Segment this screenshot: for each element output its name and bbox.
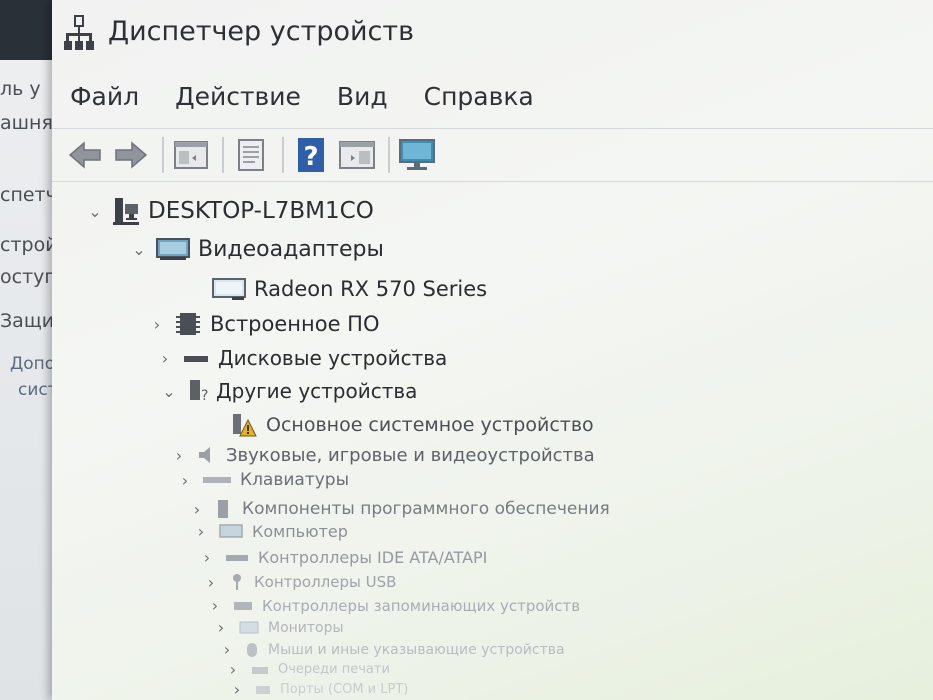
monitor-scan-icon[interactable] (398, 136, 436, 174)
bg-line-2: ашня (0, 112, 53, 134)
tree-item-label: Мониторы (268, 619, 344, 636)
chevron-right-icon[interactable]: › (192, 522, 210, 541)
chevron-right-icon[interactable]: › (156, 349, 174, 368)
tree-item-label: Контроллеры запоминающих устройств (262, 596, 581, 615)
display-adapter-icon (212, 276, 246, 302)
tree-item-keyboards[interactable]: › Клавиатуры (176, 470, 349, 490)
chevron-right-icon[interactable]: › (148, 315, 166, 334)
tree-item-label: Звуковые, игровые и видеоустройства (226, 444, 595, 466)
tree-item-label: Контроллеры USB (254, 573, 397, 591)
tree-item-label: Встроенное ПО (210, 312, 380, 336)
screen-scene: ль у ашня спетче строй оступа Защита с Д… (0, 0, 933, 700)
tree-item-sound-devices[interactable]: › Звуковые, игровые и видеоустройства (170, 444, 595, 466)
keyboard-icon (202, 473, 232, 487)
show-hide-tree-icon[interactable] (172, 136, 210, 174)
device-manager-icon (64, 13, 94, 50)
bg-line-1: ль у (0, 78, 41, 100)
forward-arrow-icon[interactable] (112, 136, 150, 174)
tree-item-firmware[interactable]: › Встроенное ПО (148, 310, 380, 338)
chevron-right-icon[interactable]: › (218, 640, 236, 659)
storage-controller-icon (232, 598, 254, 614)
tree-item-label: Порты (COM и LPT) (280, 682, 409, 697)
tree-root-label: DESKTOP-L7BM1CO (148, 198, 374, 224)
chevron-right-icon[interactable]: › (198, 548, 216, 567)
tree-item-label: Очереди печати (278, 662, 390, 677)
monitor-icon (238, 620, 260, 636)
tree-item-monitors[interactable]: › Мониторы (212, 618, 344, 637)
computer-icon (112, 196, 140, 226)
tree-item-label: Видеоадаптеры (198, 236, 384, 262)
device-tree: ⌄ DESKTOP-L7BM1CO ⌄ Видеоадаптеры Radeon… (52, 190, 933, 700)
tree-item-label: Клавиатуры (240, 470, 350, 490)
tree-item-disk-devices[interactable]: › Дисковые устройства (156, 346, 447, 370)
tree-item-label: Компоненты программного обеспечения (242, 499, 610, 519)
tree-item-print-queues[interactable]: › Очереди печати (224, 660, 390, 679)
tree-item-usb-controllers[interactable]: › Контроллеры USB (202, 572, 397, 592)
monitor-icon (218, 523, 244, 541)
mouse-icon (244, 641, 260, 659)
window-title: Диспетчер устройств (108, 15, 415, 47)
tree-item-computer[interactable]: › Компьютер (192, 522, 348, 541)
tree-item-storage-controllers[interactable]: › Контроллеры запоминающих устройств (206, 596, 580, 615)
software-component-icon (214, 498, 234, 520)
disk-drive-icon (182, 350, 210, 366)
unknown-device-icon: ? (186, 378, 208, 404)
chevron-right-icon[interactable]: › (212, 618, 230, 637)
tree-item-label: Другие устройства (216, 379, 418, 403)
chevron-right-icon[interactable]: › (224, 660, 242, 679)
chevron-right-icon[interactable]: › (228, 680, 246, 699)
tree-item-radeon[interactable]: Radeon RX 570 Series (212, 276, 487, 302)
bg-line-4[interactable]: строй (0, 234, 58, 256)
properties-icon[interactable] (232, 136, 270, 174)
toolbar-separator (282, 137, 284, 173)
usb-icon (228, 572, 246, 592)
tree-item-video-adapters[interactable]: ⌄ Видеоадаптеры (130, 236, 384, 262)
speaker-icon (196, 444, 218, 466)
svg-text:?: ? (303, 142, 318, 172)
menu-bar: Файл Действие Вид Справка (52, 72, 933, 120)
firmware-chip-icon (174, 310, 202, 338)
tree-item-label: Контроллеры IDE ATA/ATAPI (258, 548, 488, 567)
tree-item-other-devices[interactable]: ⌄ ? Другие устройства (160, 378, 417, 404)
back-arrow-icon[interactable] (66, 136, 104, 174)
chevron-right-icon[interactable]: › (176, 471, 194, 490)
menu-file[interactable]: Файл (70, 82, 139, 111)
warning-device-icon (230, 412, 258, 438)
tree-item-base-system-device[interactable]: Основное системное устройство (230, 412, 594, 438)
tree-item-label: Radeon RX 570 Series (254, 277, 488, 301)
chevron-right-icon[interactable]: › (170, 446, 188, 465)
toolbar-separator (162, 137, 164, 173)
ide-controller-icon (224, 551, 250, 565)
chevron-right-icon[interactable]: › (206, 596, 224, 615)
tree-item-label: Основное системное устройство (266, 414, 594, 436)
toolbar-separator (222, 137, 224, 173)
tree-item-software-components[interactable]: › Компоненты программного обеспечения (188, 498, 610, 520)
tree-item-mice[interactable]: › Мыши и иные указывающие устройства (218, 640, 565, 659)
tree-item-label: Дисковые устройства (218, 346, 448, 370)
chevron-right-icon[interactable]: › (188, 500, 206, 519)
toolbar: ? (52, 128, 933, 182)
tree-item-label: Компьютер (252, 522, 348, 541)
chevron-right-icon[interactable]: › (202, 573, 220, 592)
menu-action[interactable]: Действие (175, 82, 301, 111)
tree-root[interactable]: ⌄ DESKTOP-L7BM1CO (86, 196, 374, 226)
action-pane-icon[interactable] (338, 136, 376, 174)
menu-help[interactable]: Справка (424, 82, 534, 111)
tree-item-ports[interactable]: › Порты (COM и LPT) (228, 680, 409, 699)
chevron-down-icon[interactable]: ⌄ (86, 202, 104, 221)
tree-item-ide-controllers[interactable]: › Контроллеры IDE ATA/ATAPI (198, 548, 488, 567)
port-icon (254, 683, 272, 697)
printer-icon (250, 663, 270, 677)
svg-text:?: ? (201, 388, 208, 404)
chevron-down-icon[interactable]: ⌄ (130, 240, 148, 259)
display-adapter-icon (156, 236, 190, 262)
menu-view[interactable]: Вид (337, 82, 388, 111)
tree-item-label: Мыши и иные указывающие устройства (268, 641, 565, 658)
device-manager-window: Диспетчер устройств Файл Действие Вид Сп… (52, 0, 933, 700)
toolbar-separator (388, 137, 390, 173)
title-bar[interactable]: Диспетчер устройств (52, 0, 933, 62)
chevron-down-icon[interactable]: ⌄ (160, 382, 178, 401)
help-icon[interactable]: ? (292, 136, 330, 174)
